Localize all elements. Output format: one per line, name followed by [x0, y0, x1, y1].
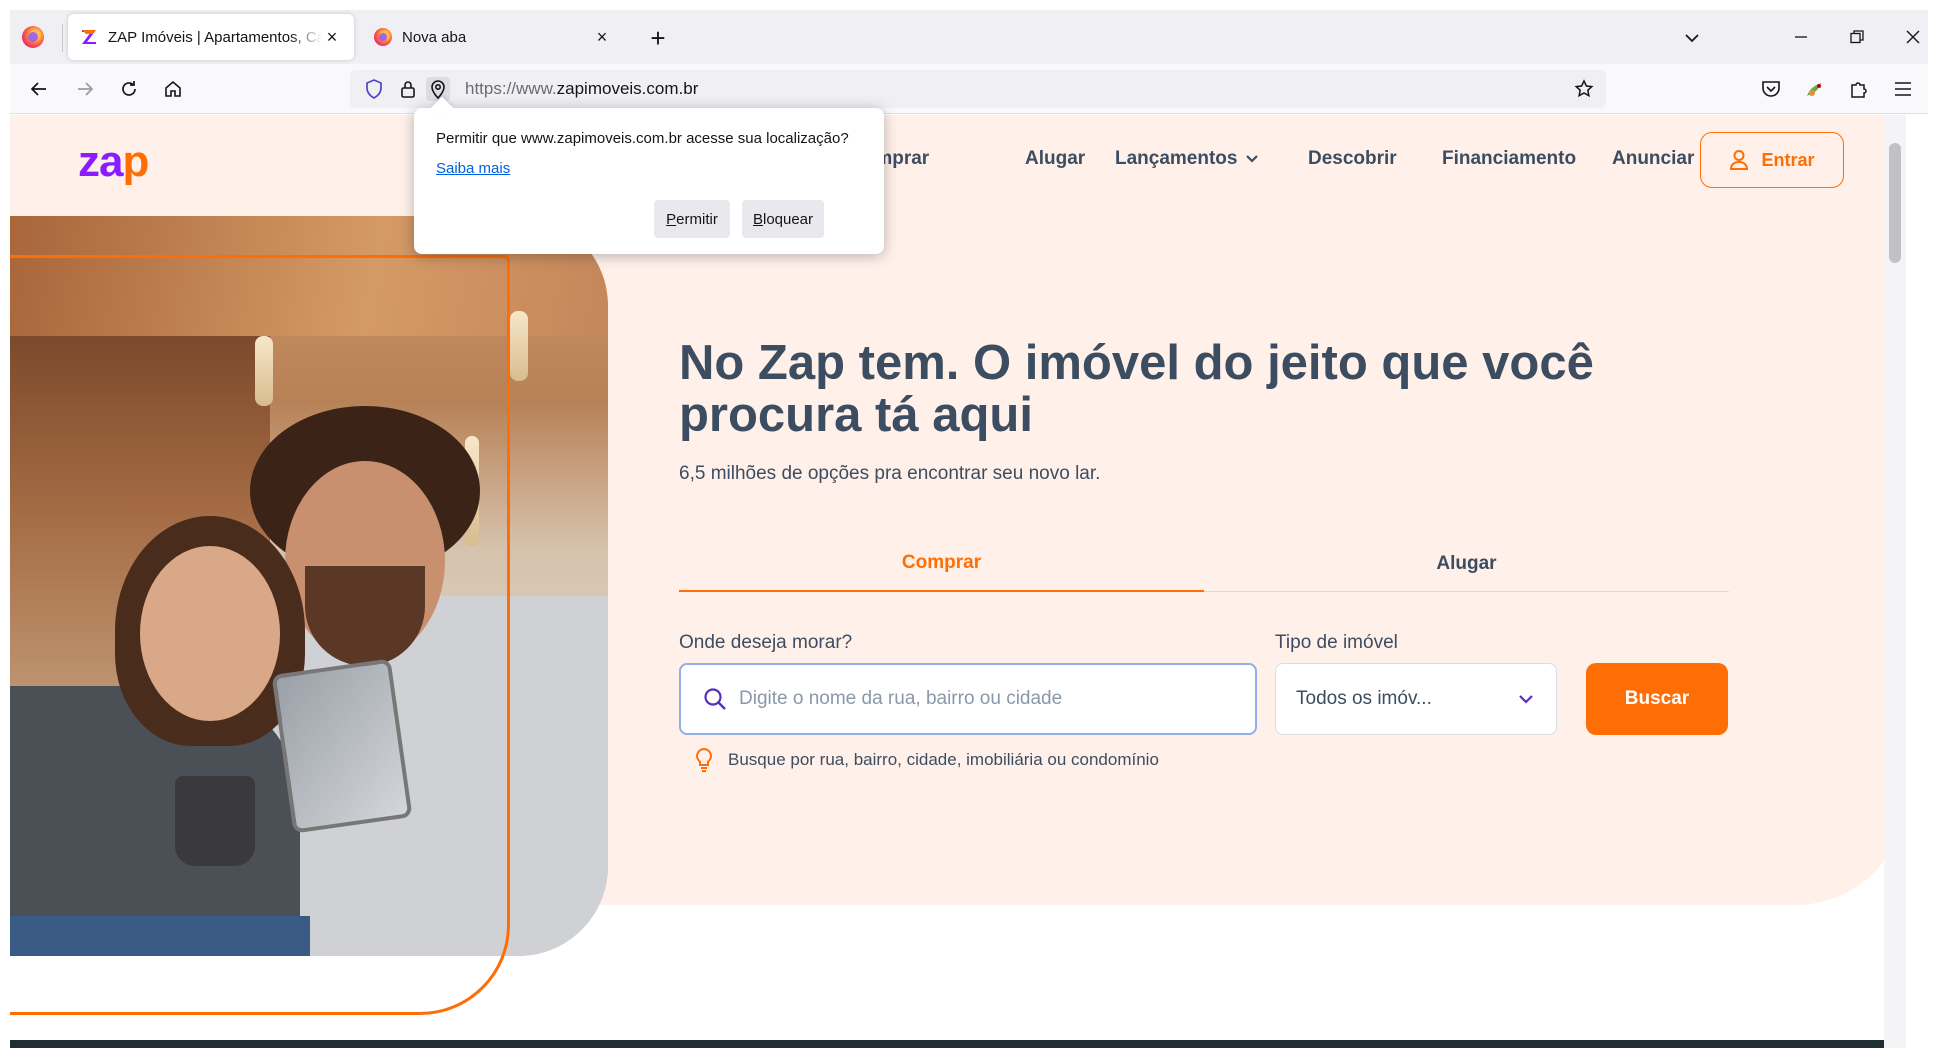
- back-icon[interactable]: [26, 76, 52, 102]
- extensions-puzzle-icon[interactable]: [1846, 76, 1872, 102]
- learn-more-link[interactable]: Saiba mais: [436, 160, 510, 177]
- location-permission-popup: Permitir que www.zapimoveis.com.br acess…: [414, 108, 884, 254]
- tab-zap-imoveis[interactable]: ZAP Imóveis | Apartamentos, Casas ×: [68, 14, 354, 60]
- block-button-label: Bloquear: [752, 210, 814, 228]
- menu-anunciar[interactable]: Anunciar: [1612, 148, 1694, 170]
- hero-subtitle: 6,5 milhões de opções pra encontrar seu …: [679, 463, 1101, 484]
- bookmark-star-icon[interactable]: [1572, 77, 1596, 101]
- pocket-icon[interactable]: [1758, 76, 1784, 102]
- lock-icon[interactable]: [396, 77, 420, 101]
- url-text[interactable]: https://www.zapimoveis.com.br: [465, 79, 698, 99]
- restore-icon[interactable]: [1844, 24, 1870, 50]
- logo-text-accent: p: [122, 137, 149, 186]
- search-icon: [704, 688, 726, 710]
- tab-comprar[interactable]: Comprar: [679, 535, 1204, 592]
- block-button[interactable]: Bloquear: [742, 200, 824, 238]
- search-button[interactable]: Buscar: [1586, 663, 1728, 735]
- firefox-view-icon[interactable]: [22, 26, 44, 48]
- chevron-down-icon: [1245, 148, 1259, 170]
- allow-button[interactable]: Permitir: [654, 200, 730, 238]
- user-icon: [1730, 150, 1749, 170]
- property-type-select[interactable]: Todos os imóv...: [1275, 663, 1557, 735]
- url-domain: zapimoveis.com.br: [556, 79, 699, 98]
- search-tabs: Comprar Alugar: [679, 535, 1729, 592]
- firefox-favicon-icon: [374, 28, 392, 46]
- page-scrollbar[interactable]: [1884, 115, 1906, 1048]
- address-bar[interactable]: https://www.zapimoveis.com.br: [350, 70, 1606, 108]
- zap-logo[interactable]: zap: [78, 137, 149, 187]
- url-scheme: https://www.: [465, 79, 557, 98]
- search-hint: Busque por rua, bairro, cidade, imobiliá…: [694, 747, 1159, 773]
- tab-title: Nova aba: [402, 28, 467, 46]
- app-menu-icon[interactable]: [1890, 76, 1916, 102]
- zap-favicon-icon: [80, 28, 98, 46]
- hero-title: No Zap tem. O imóvel do jeito que você p…: [679, 336, 1594, 442]
- property-type-label: Tipo de imóvel: [1275, 632, 1398, 653]
- tab-title: ZAP Imóveis | Apartamentos, Casas: [108, 28, 322, 46]
- chevron-down-icon: [1519, 695, 1533, 704]
- minimize-icon[interactable]: [1788, 24, 1814, 50]
- site-header: zap Comprar Alugar Lançamentos Descobrir…: [10, 115, 1906, 205]
- lightbulb-icon: [696, 747, 712, 772]
- close-window-icon[interactable]: [1900, 24, 1926, 50]
- extension-icon[interactable]: [1802, 76, 1828, 102]
- forward-icon[interactable]: [72, 76, 98, 102]
- login-button[interactable]: Entrar: [1700, 132, 1844, 188]
- menu-lancamentos[interactable]: Lançamentos: [1115, 148, 1259, 170]
- menu-financiamento[interactable]: Financiamento: [1442, 148, 1576, 170]
- decorative-orange-frame: [10, 255, 510, 1015]
- close-tab-icon[interactable]: ×: [322, 27, 342, 47]
- location-permission-icon[interactable]: [426, 77, 450, 101]
- browser-window: ZAP Imóveis | Apartamentos, Casas × Nova…: [10, 10, 1928, 1048]
- property-type-value: Todos os imóv...: [1296, 688, 1432, 709]
- navigation-toolbar: https://www.zapimoveis.com.br: [10, 64, 1928, 114]
- location-search-placeholder: Digite o nome da rua, bairro ou cidade: [739, 688, 1063, 709]
- reload-icon[interactable]: [116, 76, 142, 102]
- close-tab-icon[interactable]: ×: [592, 27, 612, 47]
- location-search-input[interactable]: Digite o nome da rua, bairro ou cidade: [679, 663, 1257, 735]
- tab-separator: [62, 24, 63, 52]
- web-page: zap Comprar Alugar Lançamentos Descobrir…: [10, 115, 1906, 1048]
- logo-text: za: [78, 137, 123, 186]
- list-all-tabs-icon[interactable]: [1680, 26, 1704, 50]
- footer-strip: [10, 1040, 1906, 1048]
- menu-lancamentos-label: Lançamentos: [1115, 148, 1238, 170]
- tab-nova-aba[interactable]: Nova aba ×: [362, 14, 624, 60]
- scrollbar-thumb[interactable]: [1889, 143, 1901, 263]
- tab-strip: ZAP Imóveis | Apartamentos, Casas × Nova…: [10, 10, 1928, 64]
- search-hint-text: Busque por rua, bairro, cidade, imobiliá…: [728, 750, 1159, 769]
- tracking-protection-shield-icon[interactable]: [362, 77, 386, 101]
- login-label: Entrar: [1761, 149, 1815, 170]
- menu-descobrir[interactable]: Descobrir: [1308, 148, 1397, 170]
- tab-alugar[interactable]: Alugar: [1204, 535, 1729, 592]
- home-icon[interactable]: [160, 76, 186, 102]
- location-label: Onde deseja morar?: [679, 632, 853, 653]
- menu-alugar[interactable]: Alugar: [1025, 148, 1085, 170]
- new-tab-button[interactable]: +: [646, 23, 670, 53]
- permission-message: Permitir que www.zapimoveis.com.br acess…: [436, 130, 849, 147]
- allow-button-label: Permitir: [666, 210, 718, 228]
